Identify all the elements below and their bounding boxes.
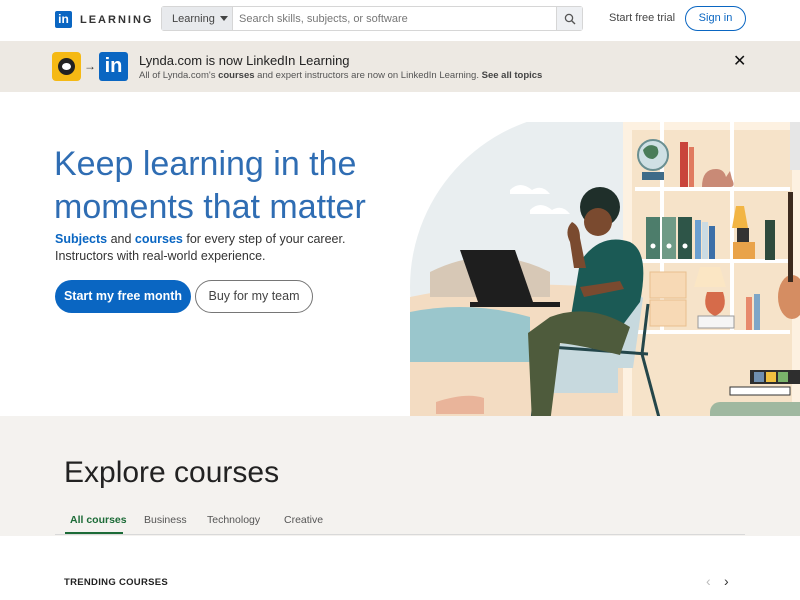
hero-desc-and: and (107, 232, 135, 246)
start-free-trial-link[interactable]: Start free trial (609, 12, 675, 24)
banner-sub-middle: and expert instructors are now on Linked… (254, 70, 482, 81)
hero-title: Keep learning in the moments that matter (54, 145, 366, 226)
lynda-migration-banner: → in Lynda.com is now LinkedIn Learning … (0, 41, 800, 92)
chevron-right-icon[interactable]: › (724, 573, 729, 589)
course-category-tabs: All courses Business Technology Creative (55, 509, 745, 535)
search-input[interactable] (233, 7, 556, 30)
search-bar: Learning (161, 6, 583, 31)
logo-text: LEARNING (80, 13, 154, 26)
banner-subtitle: All of Lynda.com's courses and expert in… (139, 70, 542, 81)
hero-description: Subjects and courses for every step of y… (55, 231, 395, 265)
close-icon[interactable]: ✕ (733, 51, 746, 71)
search-scope-label: Learning (172, 12, 215, 25)
start-free-month-button[interactable]: Start my free month (55, 280, 191, 313)
tab-creative[interactable]: Creative (284, 514, 323, 526)
tab-technology[interactable]: Technology (207, 514, 260, 526)
subjects-link[interactable]: Subjects (55, 232, 107, 246)
search-scope-dropdown[interactable]: Learning (162, 7, 233, 30)
courses-link[interactable]: courses (135, 232, 183, 246)
sign-in-button[interactable]: Sign in (685, 6, 746, 31)
banner-title: Lynda.com is now LinkedIn Learning (139, 53, 350, 68)
courses-content-area (0, 536, 800, 600)
hero-illustration (410, 122, 800, 440)
linkedin-logo-icon: in (99, 52, 128, 81)
chevron-left-icon[interactable]: ‹ (706, 573, 711, 589)
tab-all-courses[interactable]: All courses (70, 514, 127, 526)
banner-courses-word: courses (218, 70, 255, 81)
linkedin-learning-logo[interactable]: in LEARNING (55, 11, 153, 28)
linkedin-logo-icon: in (55, 11, 72, 28)
buy-for-team-button[interactable]: Buy for my team (195, 280, 313, 313)
active-tab-indicator (65, 532, 123, 534)
top-nav: in LEARNING Learning Start free trial Si… (0, 0, 800, 40)
banner-sub-text: All of Lynda.com's (139, 70, 219, 81)
lynda-logo-icon (52, 52, 81, 81)
tab-business[interactable]: Business (144, 514, 187, 526)
search-button[interactable] (556, 7, 582, 30)
arrow-right-icon: → (84, 59, 96, 73)
carousel-edge (790, 122, 800, 170)
explore-courses-title: Explore courses (64, 456, 280, 489)
trending-courses-heading: TRENDING COURSES (64, 577, 169, 588)
caret-down-icon (219, 16, 228, 21)
search-icon (564, 13, 575, 24)
see-all-topics-link[interactable]: See all topics (482, 70, 543, 81)
